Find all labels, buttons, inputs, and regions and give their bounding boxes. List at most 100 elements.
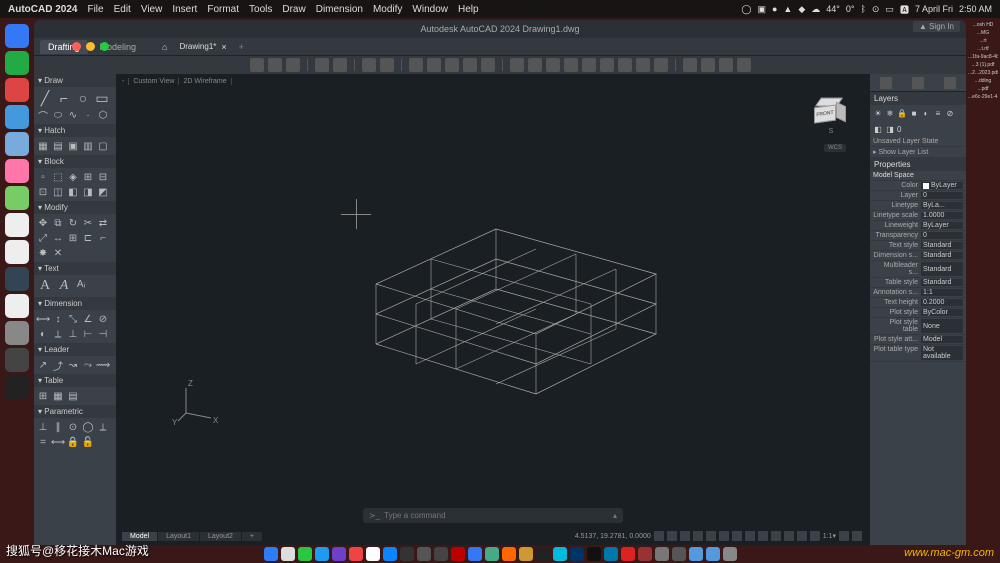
hatch-tool[interactable]: ▦ [36,139,50,153]
desktop-file[interactable]: ...3 (1).pdf [968,62,998,68]
wifi-icon[interactable]: ⊙ [872,4,880,15]
dim-tool[interactable]: ⊣ [96,327,110,341]
properties-title[interactable]: Properties [870,158,966,171]
temp-2[interactable]: 0° [846,4,855,14]
app-icon[interactable] [5,267,29,291]
lwt-icon[interactable] [745,531,755,541]
app-icon[interactable] [5,186,29,210]
param-tool[interactable]: ∥ [51,420,65,434]
status-icon[interactable]: ● [772,4,777,14]
layer-tool-icon[interactable]: ◨ [885,124,895,134]
tool-icon[interactable] [409,58,423,72]
tool-icon[interactable] [600,58,614,72]
rect-tool[interactable]: ▭ [93,89,111,107]
section-modify[interactable]: Modify [34,201,116,214]
dim-tool[interactable]: ⟂ [51,327,65,341]
table-tool[interactable]: ▦ [51,389,65,403]
close-button[interactable] [72,42,81,51]
app-icon[interactable] [5,78,29,102]
unsaved-state[interactable]: Unsaved Layer State [873,138,963,145]
doc-icon[interactable] [5,213,29,237]
lang-icon[interactable]: 🅰 [900,3,909,16]
calendar-icon[interactable] [366,547,380,561]
layer-icon[interactable]: ⊘ [945,108,955,118]
tool-icon[interactable] [701,58,715,72]
desktop-file[interactable]: ...2...2023.pdf [968,70,998,76]
dim-tool[interactable]: ⟷ [36,312,50,326]
app-icon[interactable] [5,375,29,399]
layer-tool-icon[interactable]: ◧ [873,124,883,134]
osnap-icon[interactable] [706,531,716,541]
dim-tool[interactable]: ◐ [36,327,50,341]
section-text[interactable]: Text [34,262,116,275]
boundary-tool[interactable]: ▣ [66,139,80,153]
block-tool[interactable]: ⊡ [36,185,50,199]
transparency-icon[interactable] [758,531,768,541]
array-tool[interactable]: ⊞ [66,231,80,245]
tool-icon[interactable] [546,58,560,72]
panel-icon[interactable] [912,77,924,89]
add-tab-button[interactable]: + [239,42,244,52]
snap-icon[interactable] [654,531,664,541]
param-tool[interactable]: ⊙ [66,420,80,434]
prop-value[interactable]: None [921,319,963,333]
messages-icon[interactable] [298,547,312,561]
tool-icon[interactable] [737,58,751,72]
tool-icon[interactable] [510,58,524,72]
status-icon[interactable]: ◯ [741,4,751,15]
app-icon[interactable] [5,348,29,372]
menu-view[interactable]: View [141,4,163,15]
prop-value[interactable]: ByLayer [921,182,963,189]
otrack-icon[interactable] [719,531,729,541]
leader-tool[interactable]: ⤳ [81,358,95,372]
leader-tool[interactable]: ↗ [36,358,50,372]
dim-tool[interactable]: ⊥ [66,327,80,341]
arc-tool[interactable]: ⌒ [36,108,50,122]
dim-tool[interactable]: ⤡ [66,312,80,326]
rotate-tool[interactable]: ↻ [66,216,80,230]
status-icon[interactable] [771,531,781,541]
app-icon[interactable] [485,547,499,561]
tool-icon[interactable] [445,58,459,72]
autocad-icon[interactable] [638,547,652,561]
time[interactable]: 2:50 AM [959,4,992,14]
circle-tool[interactable]: ○ [74,89,92,107]
app-icon[interactable] [5,51,29,75]
stretch-tool[interactable]: ↔ [51,231,65,245]
desktop-file[interactable]: ...osh HD [968,22,998,28]
ellipse-tool[interactable]: ⬭ [51,108,65,122]
desktop-file[interactable]: ...e6c-29e1-4...1/fefb.JPG [968,94,998,100]
point-tool[interactable]: · [81,108,95,122]
temp-1[interactable]: 44° [826,4,840,14]
param-tool[interactable]: 🔓 [81,435,95,449]
prop-value[interactable]: Model [921,336,963,343]
folder-icon[interactable] [5,132,29,156]
param-tool[interactable]: ⊥ [36,420,50,434]
trash-icon[interactable] [723,547,737,561]
dim-tool[interactable]: ⊘ [96,312,110,326]
text-tool[interactable]: Aᵢ [74,277,88,291]
status-icon[interactable] [797,531,807,541]
region-tool[interactable]: ▥ [81,139,95,153]
polygon-tool[interactable]: ⬡ [96,108,110,122]
param-tool[interactable]: ◯ [81,420,95,434]
prop-value[interactable]: 0.2000 [921,299,963,306]
param-tool[interactable]: 🔒 [66,435,80,449]
folder-icon[interactable] [706,547,720,561]
app-icon[interactable] [604,547,618,561]
table-tool[interactable]: ⊞ [36,389,50,403]
polyline-tool[interactable]: ⌐ [55,89,73,107]
menu-insert[interactable]: Insert [172,4,197,15]
dyn-icon[interactable] [732,531,742,541]
status-icon[interactable]: ▲ [783,4,792,14]
app-icon[interactable] [5,321,29,345]
offset-tool[interactable]: ⊏ [81,231,95,245]
tool-icon[interactable] [654,58,668,72]
tool-icon[interactable] [564,58,578,72]
status-icon[interactable]: ◆ [798,4,805,15]
section-draw[interactable]: Draw [34,74,116,87]
tab-layout1[interactable]: Layout1 [158,532,199,541]
finder-icon[interactable] [264,547,278,561]
block-tool[interactable]: ⊞ [81,170,95,184]
app-icon[interactable] [519,547,533,561]
